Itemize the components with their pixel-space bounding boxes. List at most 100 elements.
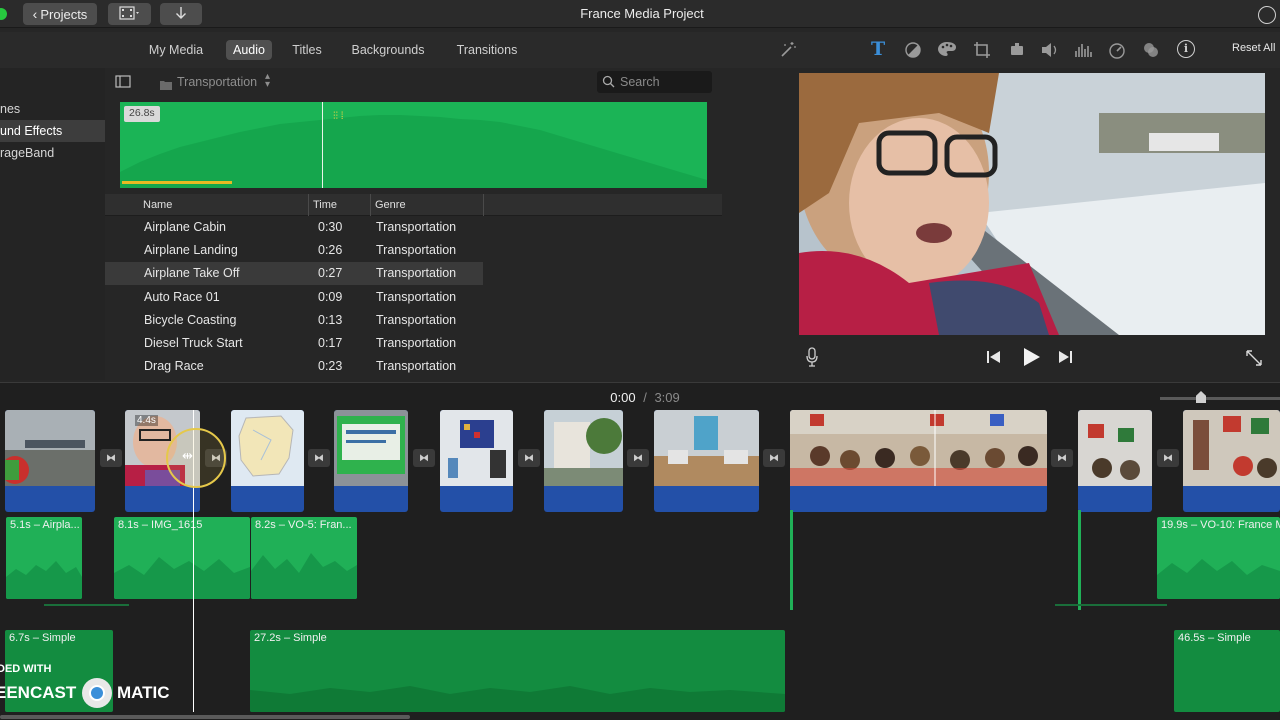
projects-button[interactable]: ‹ Projects	[23, 3, 97, 25]
music-waveform	[250, 686, 785, 712]
microphone-icon[interactable]	[806, 347, 818, 372]
sound-genre: Transportation	[376, 220, 457, 234]
music-clip-label: 6.7s – Simple	[9, 632, 76, 644]
magic-wand-icon[interactable]	[779, 41, 797, 64]
list-item[interactable]: Bicycle Coasting 0:13 Transportation	[105, 309, 722, 332]
info-icon[interactable]: i	[1177, 40, 1195, 58]
search-field[interactable]: Search	[597, 71, 712, 93]
transition-icon[interactable]: ⧓	[413, 449, 435, 467]
music-clip[interactable]: 46.5s – Simple	[1174, 630, 1280, 712]
sidebar-item-garageband[interactable]: rageBand	[0, 142, 105, 164]
tab-transitions[interactable]: Transitions	[450, 40, 524, 60]
audio-waveform	[6, 561, 82, 599]
music-clip[interactable]: 27.2s – Simple	[250, 630, 785, 712]
video-viewer[interactable]	[799, 73, 1265, 335]
sound-name: Airplane Cabin	[144, 220, 226, 234]
media-tabs-bar: My Media Audio Titles Backgrounds Transi…	[0, 32, 722, 68]
audio-waveform	[1157, 559, 1280, 599]
clip-thumbnail	[1183, 410, 1280, 486]
audio-clip-label: 19.9s – VO-10: France M	[1161, 519, 1280, 531]
skip-forward-icon[interactable]	[1057, 350, 1073, 369]
audio-waveform	[114, 557, 250, 599]
transition-icon[interactable]: ⧓	[1051, 449, 1073, 467]
tab-my-media[interactable]: My Media	[142, 40, 210, 60]
list-item[interactable]: Auto Race 01 0:09 Transportation	[105, 286, 722, 309]
waveform-graphic	[120, 115, 707, 188]
skip-back-icon[interactable]	[986, 350, 1002, 369]
tab-backgrounds[interactable]: Backgrounds	[346, 40, 430, 60]
color-correction-icon[interactable]	[937, 40, 957, 63]
column-header-name[interactable]: Name	[143, 199, 172, 211]
transition-icon[interactable]: ⧓	[627, 449, 649, 467]
window-close-dot[interactable]	[0, 8, 7, 20]
list-item-selected[interactable]: Airplane Take Off 0:27 Transportation	[105, 262, 483, 285]
volume-icon[interactable]	[1040, 41, 1060, 64]
video-clip[interactable]	[1183, 410, 1280, 512]
clip-thumbnail	[544, 410, 623, 486]
column-header-genre[interactable]: Genre	[375, 199, 406, 211]
column-header-time[interactable]: Time	[313, 199, 337, 211]
audio-preview-waveform[interactable]: ⫶⫶ ⁞ 26.8s	[120, 102, 707, 188]
clip-thumbnail	[440, 410, 513, 486]
tab-titles[interactable]: Titles	[286, 40, 328, 60]
transition-icon[interactable]: ⧓	[1157, 449, 1179, 467]
audio-clip[interactable]: 8.1s – IMG_1615	[114, 517, 250, 599]
sound-time: 0:30	[318, 220, 343, 234]
clip-thumbnail	[654, 410, 759, 486]
transition-icon[interactable]: ⧓	[518, 449, 540, 467]
audio-clip[interactable]: 5.1s – Airpla...	[6, 517, 82, 599]
media-import-button[interactable]	[108, 3, 151, 25]
tab-audio[interactable]: Audio	[226, 40, 272, 60]
sound-time: 0:13	[318, 313, 343, 327]
sound-genre: Transportation	[376, 359, 457, 373]
transition-icon[interactable]: ⧓	[763, 449, 785, 467]
browser-filter-bar: Transportation ▴ ▾ Search	[105, 68, 722, 96]
selection-range-bar[interactable]	[122, 181, 232, 184]
list-item[interactable]: Diesel Truck Start 0:17 Transportation	[105, 332, 722, 355]
stabilization-icon[interactable]	[1008, 41, 1026, 64]
import-button[interactable]	[160, 3, 202, 25]
color-balance-icon[interactable]	[904, 41, 922, 64]
sound-name: Airplane Landing	[144, 243, 238, 257]
transition-icon[interactable]: ⧓	[100, 449, 122, 467]
sidebar-item-sound-effects[interactable]: und Effects	[0, 120, 105, 142]
total-time: 3:09	[654, 390, 680, 405]
sound-genre: Transportation	[376, 336, 457, 350]
list-item[interactable]: Airplane Cabin 0:30 Transportation	[105, 216, 722, 239]
cursor-highlight-ring	[166, 428, 226, 488]
transition-icon[interactable]: ⧓	[308, 449, 330, 467]
video-clip[interactable]	[334, 410, 408, 512]
category-dropdown[interactable]: Transportation	[177, 75, 257, 89]
speed-icon[interactable]	[1108, 41, 1126, 64]
column-divider	[370, 194, 371, 216]
audio-waveform	[251, 553, 357, 599]
watermark-right-text: MATIC	[117, 683, 170, 702]
video-clip[interactable]	[544, 410, 623, 512]
sidebar-item-itunes[interactable]: nes	[0, 98, 105, 120]
search-icon	[602, 75, 616, 94]
zoom-slider[interactable]	[1160, 391, 1280, 403]
video-clip[interactable]	[5, 410, 95, 512]
reset-all-button[interactable]: Reset All	[1232, 42, 1275, 54]
search-placeholder: Search	[620, 75, 660, 89]
share-circle-icon[interactable]	[1258, 6, 1276, 24]
sound-name: Diesel Truck Start	[144, 336, 243, 350]
video-clip[interactable]	[440, 410, 513, 512]
video-clip[interactable]	[790, 410, 1047, 512]
crop-icon[interactable]	[973, 41, 991, 64]
sidebar-toggle-icon[interactable]	[115, 75, 131, 93]
play-icon[interactable]	[1021, 347, 1041, 372]
filter-icon[interactable]	[1142, 41, 1160, 64]
audio-clip[interactable]: 8.2s – VO-5: Fran...	[251, 517, 357, 599]
video-clip[interactable]	[654, 410, 759, 512]
list-item[interactable]: Drag Race 0:23 Transportation	[105, 355, 722, 378]
music-clip-label: 27.2s – Simple	[254, 632, 327, 644]
audio-clip[interactable]: 19.9s – VO-10: France M	[1157, 517, 1280, 599]
title-icon[interactable]: T	[871, 38, 885, 60]
horizontal-scrollbar[interactable]	[0, 715, 410, 719]
noise-reduction-icon[interactable]	[1074, 41, 1092, 64]
video-clip[interactable]	[1078, 410, 1152, 512]
list-item[interactable]: Airplane Landing 0:26 Transportation	[105, 239, 722, 262]
fullscreen-icon[interactable]	[1245, 349, 1263, 372]
video-clip[interactable]	[231, 410, 304, 512]
